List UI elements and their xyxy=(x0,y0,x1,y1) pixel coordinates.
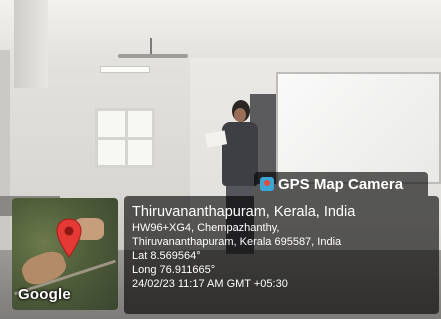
app-badge: GPS Map Camera xyxy=(254,172,428,196)
whiteboard xyxy=(276,72,441,184)
place-name: Thiruvananthapuram, Kerala, India xyxy=(132,204,356,220)
ceiling-fan xyxy=(118,54,188,58)
map-pin-icon xyxy=(56,218,82,258)
person-body xyxy=(222,122,258,186)
latitude: Lat 8.569564° xyxy=(132,250,201,262)
tube-light xyxy=(100,66,150,73)
ceiling xyxy=(0,0,441,58)
location-info-box: Thiruvananthapuram, Kerala, India HW96+X… xyxy=(124,196,439,314)
address-line-2: Thiruvananthapuram, Kerala 695587, India xyxy=(132,236,342,248)
person-face xyxy=(234,108,246,122)
gps-map-camera-icon xyxy=(260,177,274,191)
geotagged-photo: Google GPS Map Camera Thiruvananthapuram… xyxy=(0,0,441,319)
timestamp: 24/02/23 11:17 AM GMT +05:30 xyxy=(132,278,288,290)
map-thumbnail: Google xyxy=(12,198,118,310)
longitude: Long 76.911665° xyxy=(132,264,216,276)
app-name: GPS Map Camera xyxy=(278,175,404,193)
address-line-1: HW96+XG4, Chempazhanthy, xyxy=(132,222,280,234)
window-frame xyxy=(98,137,152,140)
ceiling-beam xyxy=(14,0,48,88)
window xyxy=(95,108,155,168)
google-logo: Google xyxy=(18,286,71,303)
